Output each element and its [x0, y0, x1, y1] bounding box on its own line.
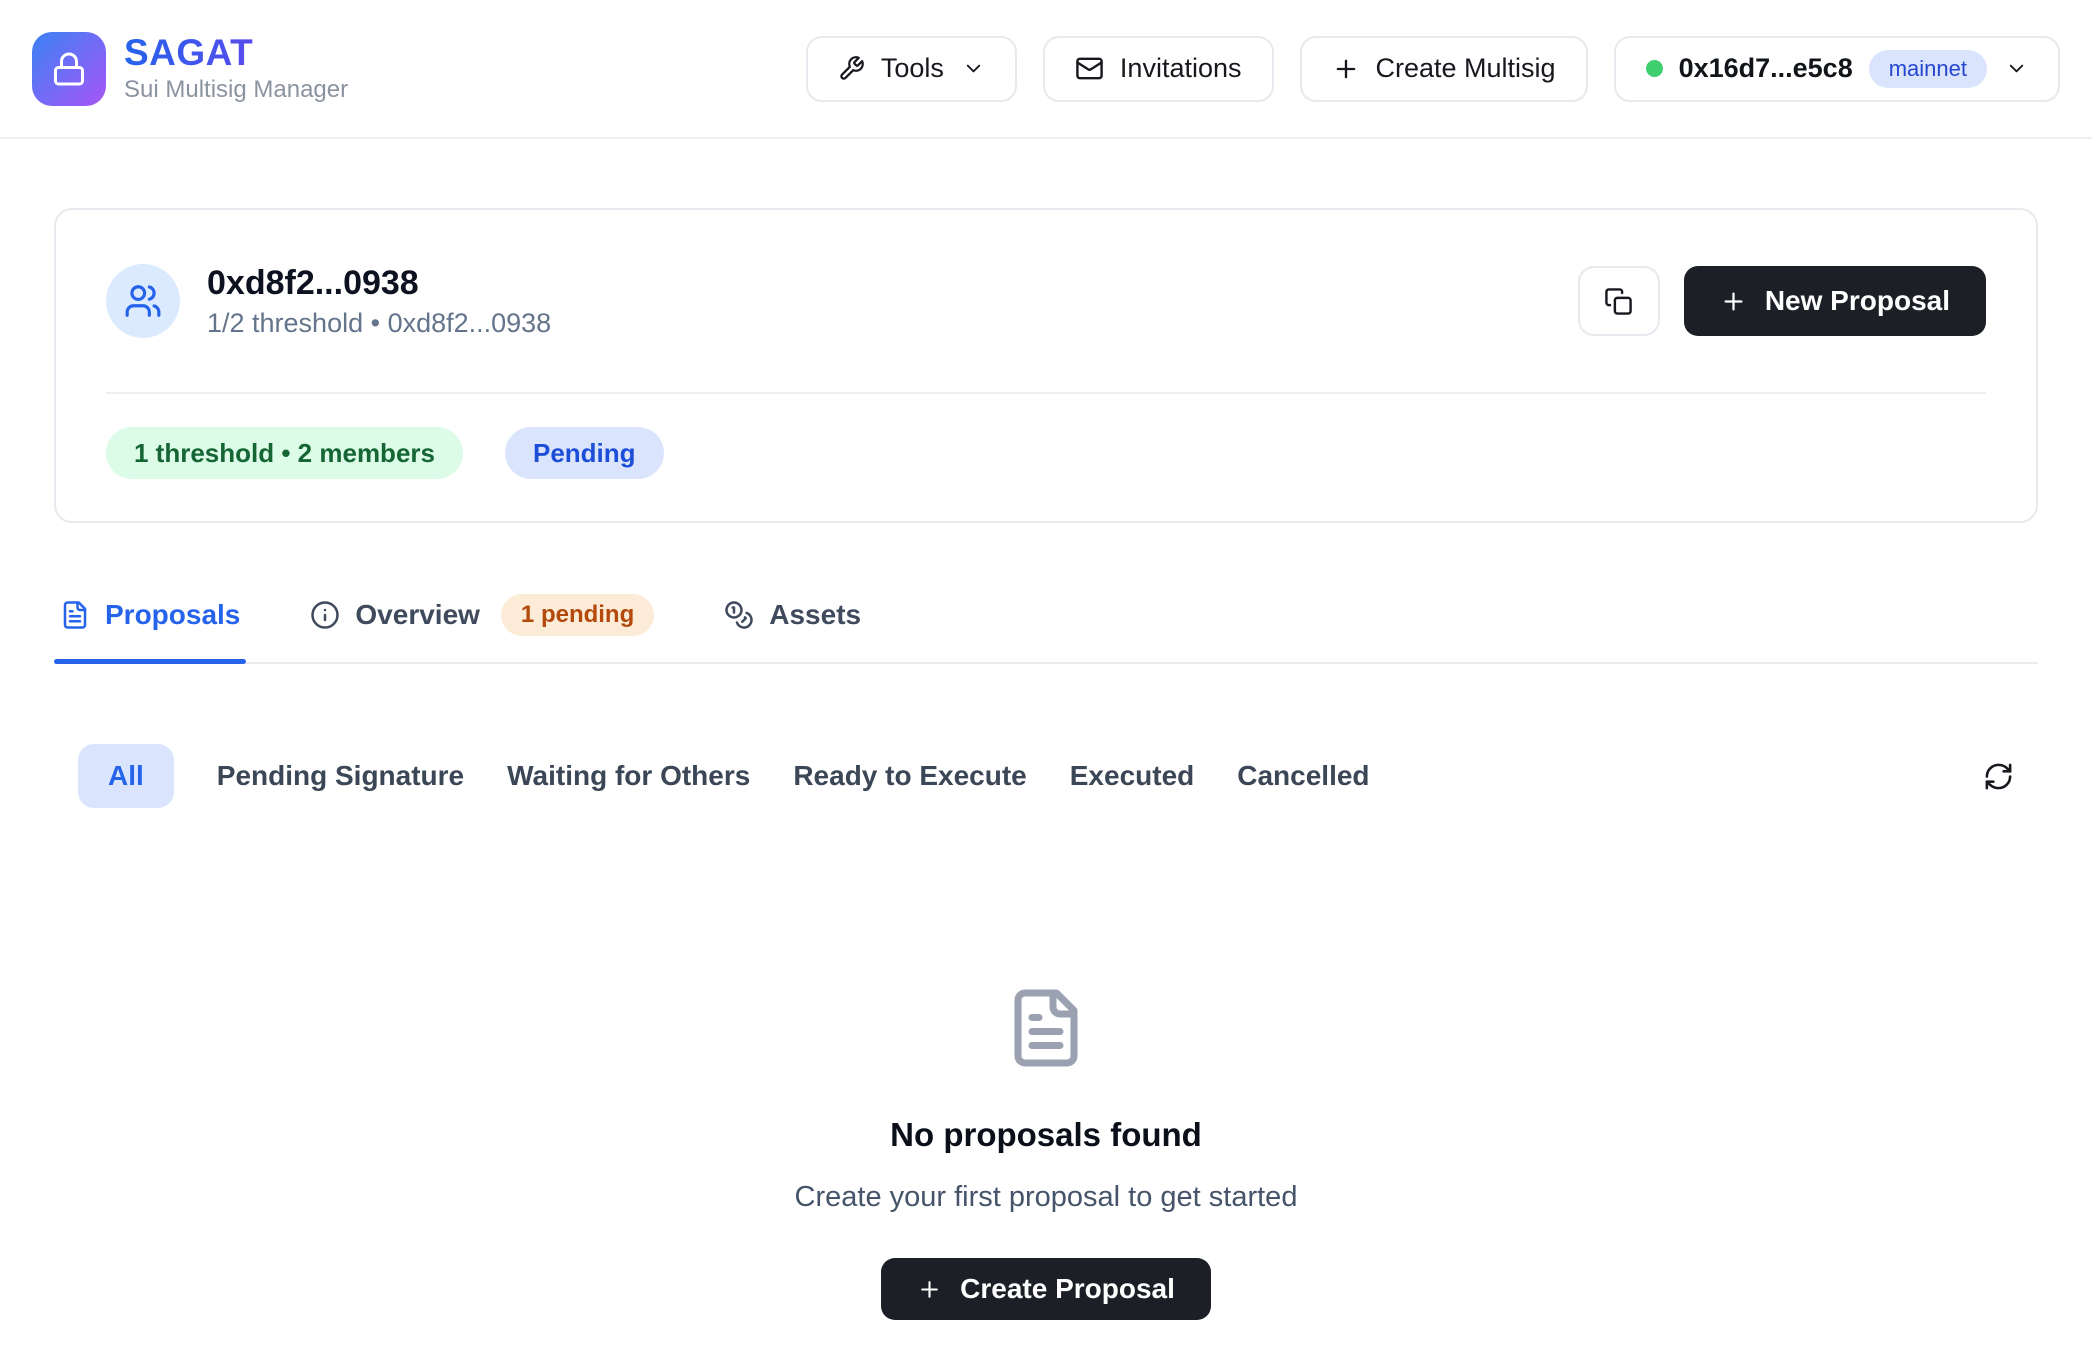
copy-address-button[interactable] [1578, 266, 1660, 336]
multisig-card: 0xd8f2...0938 1/2 threshold • 0xd8f2...0… [54, 208, 2038, 523]
proposal-filter-bar: All Pending Signature Waiting for Others… [54, 744, 2038, 808]
plus-icon [917, 1277, 942, 1302]
filter-cancelled[interactable]: Cancelled [1237, 762, 1369, 790]
multisig-subtitle: 1/2 threshold • 0xd8f2...0938 [207, 310, 551, 337]
chevron-down-icon [962, 57, 985, 80]
brand-text: SAGAT Sui Multisig Manager [124, 34, 348, 103]
tab-proposals-label: Proposals [105, 599, 240, 631]
coins-icon [724, 600, 754, 630]
tab-assets[interactable]: Assets [718, 578, 867, 662]
multisig-title: 0xd8f2...0938 [207, 266, 551, 300]
filter-ready-to-execute[interactable]: Ready to Execute [793, 762, 1026, 790]
invitations-button-label: Invitations [1120, 53, 1242, 84]
filter-waiting-for-others[interactable]: Waiting for Others [507, 762, 750, 790]
main-content: 0xd8f2...0938 1/2 threshold • 0xd8f2...0… [54, 208, 2038, 1320]
new-proposal-button-label: New Proposal [1765, 285, 1950, 317]
refresh-icon [1983, 761, 2014, 792]
wallet-address: 0x16d7...e5c8 [1679, 53, 1853, 84]
multisig-badges: 1 threshold • 2 members Pending [106, 427, 1986, 479]
empty-state-subtitle: Create your first proposal to get starte… [795, 1181, 1298, 1214]
info-icon [310, 600, 340, 630]
multisig-actions: New Proposal [1578, 266, 1986, 336]
tab-assets-label: Assets [769, 599, 861, 631]
app-title: SAGAT [124, 34, 348, 71]
create-proposal-button-label: Create Proposal [960, 1273, 1175, 1305]
pending-count-badge: 1 pending [501, 594, 654, 636]
file-text-icon [1004, 986, 1088, 1070]
empty-state: No proposals found Create your first pro… [54, 986, 2038, 1320]
multisig-identity: 0xd8f2...0938 1/2 threshold • 0xd8f2...0… [106, 264, 551, 338]
connection-status-dot [1646, 60, 1663, 77]
mail-icon [1075, 54, 1104, 83]
copy-icon [1604, 287, 1633, 316]
tools-button[interactable]: Tools [806, 36, 1017, 102]
app-header: SAGAT Sui Multisig Manager Tools Invitat… [0, 0, 2092, 139]
card-divider [106, 392, 1986, 394]
empty-state-title: No proposals found [890, 1116, 1202, 1154]
create-proposal-button[interactable]: Create Proposal [881, 1258, 1211, 1320]
app-subtitle: Sui Multisig Manager [124, 77, 348, 103]
multisig-avatar [106, 264, 180, 338]
refresh-button[interactable] [1983, 761, 2014, 792]
plus-icon [1720, 288, 1747, 315]
header-actions: Tools Invitations Create Multisig 0x16d7… [806, 36, 2060, 102]
multisig-titles: 0xd8f2...0938 1/2 threshold • 0xd8f2...0… [207, 266, 551, 337]
status-badge: Pending [505, 427, 664, 479]
invitations-button[interactable]: Invitations [1043, 36, 1274, 102]
create-multisig-button-label: Create Multisig [1376, 53, 1556, 84]
chevron-down-icon [2005, 57, 2028, 80]
lock-icon [51, 51, 87, 87]
plus-icon [1332, 55, 1360, 83]
filter-all[interactable]: All [78, 744, 174, 808]
network-badge: mainnet [1869, 50, 1987, 88]
tab-overview-label: Overview [355, 599, 480, 631]
filter-pending-signature[interactable]: Pending Signature [217, 762, 464, 790]
new-proposal-button[interactable]: New Proposal [1684, 266, 1986, 336]
filter-executed[interactable]: Executed [1070, 762, 1195, 790]
tab-overview[interactable]: Overview 1 pending [304, 578, 660, 662]
create-multisig-button[interactable]: Create Multisig [1300, 36, 1588, 102]
wallet-button[interactable]: 0x16d7...e5c8 mainnet [1614, 36, 2060, 102]
multisig-card-header: 0xd8f2...0938 1/2 threshold • 0xd8f2...0… [106, 264, 1986, 338]
users-icon [124, 282, 162, 320]
members-badge: 1 threshold • 2 members [106, 427, 463, 479]
tools-button-label: Tools [881, 53, 944, 84]
tab-proposals[interactable]: Proposals [54, 578, 246, 662]
file-text-icon [60, 600, 90, 630]
tab-bar: Proposals Overview 1 pending Assets [54, 578, 2038, 664]
app-logo [32, 32, 106, 106]
brand[interactable]: SAGAT Sui Multisig Manager [32, 32, 348, 106]
wrench-icon [838, 55, 865, 82]
